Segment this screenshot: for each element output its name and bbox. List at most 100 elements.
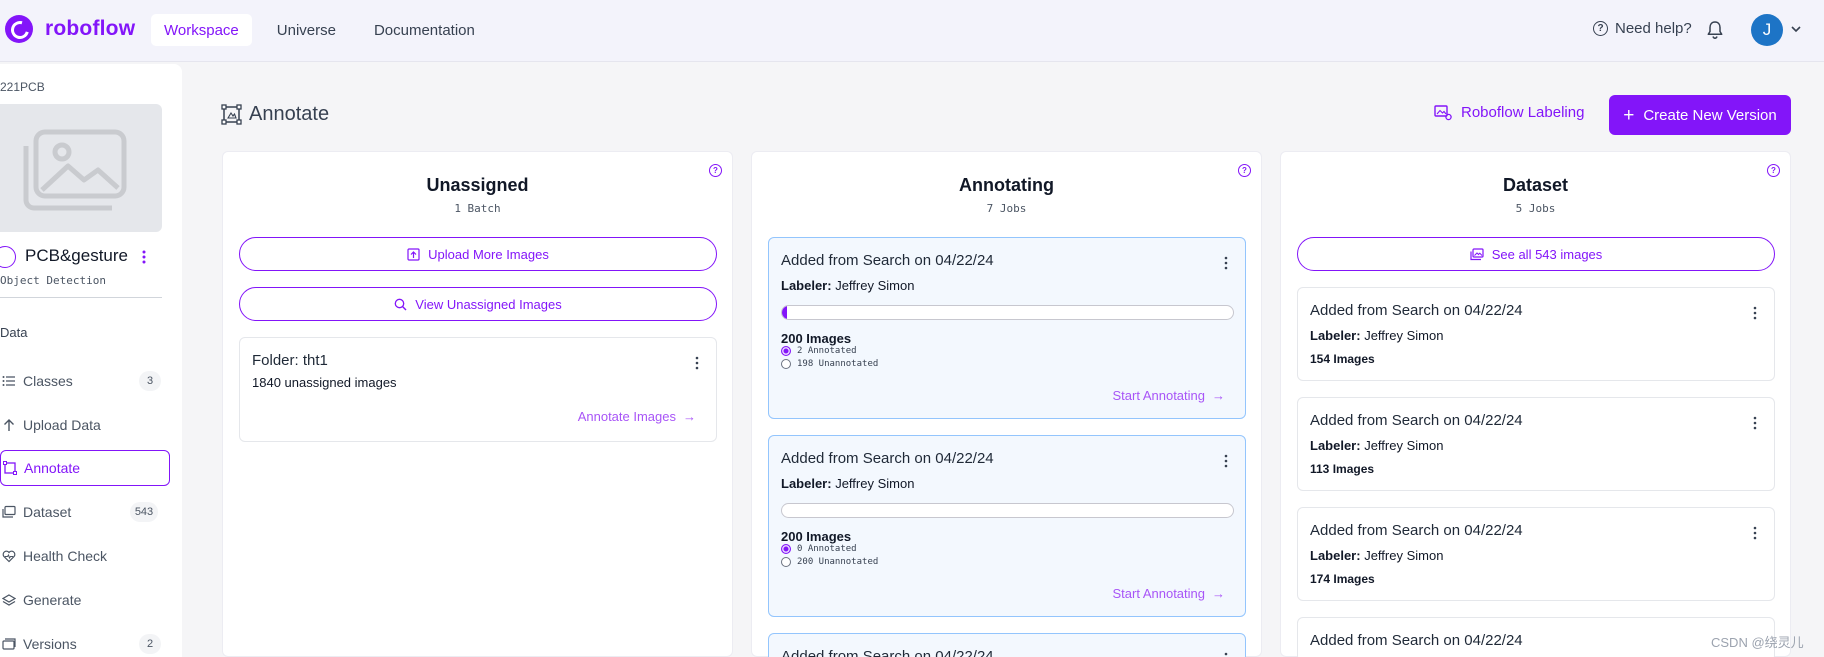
sidebar-section-data: Data <box>0 325 28 340</box>
annotation-job-card[interactable]: Added from Search on 04/22/24 Labeler: J… <box>768 435 1246 617</box>
view-unassigned-images-label: View Unassigned Images <box>415 296 562 312</box>
project-thumbnail[interactable] <box>0 104 162 232</box>
roboflow-labeling-link[interactable]: Roboflow Labeling <box>1434 104 1584 121</box>
column-title: Annotating <box>959 175 1054 195</box>
upload-box-icon <box>407 247 420 261</box>
plus-icon: + <box>1623 104 1635 126</box>
dataset-job-card[interactable]: Added from Search on 04/22/24 <box>1297 617 1775 657</box>
labeler-name: Jeffrey Simon <box>1364 328 1444 343</box>
list-icon <box>2 374 16 388</box>
empty-radio-icon <box>781 557 791 567</box>
job-labeler: Labeler: Jeffrey Simon <box>1310 328 1443 343</box>
need-help-label: Need help? <box>1615 20 1692 37</box>
job-labeler: Labeler: Jeffrey Simon <box>1310 548 1443 563</box>
sidebar-item-label: Dataset <box>23 504 72 520</box>
heart-pulse-icon <box>2 549 16 563</box>
roboflow-logo-icon <box>5 15 33 43</box>
upload-more-images-button[interactable]: Upload More Images <box>239 237 717 271</box>
filled-radio-icon <box>781 544 791 554</box>
start-annotating-link[interactable]: Start Annotating → <box>1112 586 1225 601</box>
project-type: Object Detection <box>0 274 106 287</box>
project-sidebar: 221PCB PCB&gesture Object Detection Data… <box>0 64 182 657</box>
globe-icon <box>0 246 16 268</box>
labeler-name: Jeffrey Simon <box>1364 548 1444 563</box>
need-help-button[interactable]: ? Need help? <box>1593 20 1692 37</box>
job-image-count: 113 Images <box>1310 462 1375 476</box>
sidebar-item-dataset[interactable]: Dataset 543 <box>0 494 170 530</box>
column-title: Unassigned <box>426 175 529 195</box>
start-annotating-link[interactable]: Start Annotating → <box>1112 388 1225 403</box>
images-icon <box>1470 247 1484 260</box>
job-title: Added from Search on 04/22/24 <box>781 648 994 657</box>
images-icon <box>2 505 16 519</box>
unannotated-count: 200 Unannotated <box>797 557 879 567</box>
sidebar-item-versions[interactable]: Versions 2 <box>0 626 170 657</box>
project-name: PCB&gesture <box>25 246 128 265</box>
sidebar-item-upload-data[interactable]: Upload Data <box>0 407 170 443</box>
labeler-label: Labeler: <box>1310 548 1361 563</box>
job-labeler: Labeler: Jeffrey Simon <box>781 476 914 491</box>
page-title-text: Annotate <box>249 103 330 125</box>
more-vertical-icon[interactable] <box>1223 651 1229 657</box>
sidebar-item-generate[interactable]: Generate <box>0 582 170 618</box>
labeler-name: Jeffrey Simon <box>1364 438 1444 453</box>
annotation-job-card[interactable]: Added from Search on 04/22/24 Labeler: J… <box>768 237 1246 419</box>
job-labeler: Labeler: Jeffrey Simon <box>1310 438 1443 453</box>
start-annotating-label: Start Annotating <box>1112 586 1205 601</box>
more-vertical-icon[interactable] <box>1223 255 1229 271</box>
arrow-right-icon: → <box>1212 388 1225 403</box>
more-vertical-icon[interactable] <box>694 355 700 371</box>
unannotated-count: 198 Unannotated <box>797 359 879 369</box>
dataset-job-card[interactable]: Added from Search on 04/22/24 Labeler: J… <box>1297 287 1775 381</box>
annotated-legend: 0 Annotated <box>781 544 857 554</box>
watermark: CSDN @绕灵儿 <box>1711 635 1804 650</box>
view-unassigned-images-button[interactable]: View Unassigned Images <box>239 287 717 321</box>
sidebar-item-annotate[interactable]: Annotate <box>0 450 170 486</box>
see-all-images-label: See all 543 images <box>1491 246 1603 262</box>
labeler-label: Labeler: <box>781 476 832 491</box>
nav-universe[interactable]: Universe <box>264 14 349 46</box>
create-new-version-button[interactable]: + Create New Version <box>1609 95 1791 135</box>
sidebar-item-label: Annotate <box>24 460 81 476</box>
unannotated-legend: 200 Unannotated <box>781 557 878 567</box>
search-icon <box>394 298 407 310</box>
annotated-count: 0 Annotated <box>797 544 857 554</box>
nav-documentation[interactable]: Documentation <box>361 14 488 46</box>
more-vertical-icon[interactable] <box>1752 525 1758 541</box>
count-badge: 3 <box>139 371 161 391</box>
sidebar-item-health-check[interactable]: Health Check <box>0 538 170 574</box>
column-subtitle: 1 Batch <box>454 202 501 215</box>
job-labeler: Labeler: Jeffrey Simon <box>781 278 914 293</box>
job-title: Added from Search on 04/22/24 <box>781 252 994 269</box>
annotated-legend: 2 Annotated <box>781 346 857 356</box>
see-all-images-button[interactable]: See all 543 images <box>1297 237 1775 271</box>
job-image-count: 154 Images <box>1310 352 1375 366</box>
user-avatar[interactable]: J <box>1751 14 1783 46</box>
sidebar-item-classes[interactable]: Classes 3 <box>0 363 170 399</box>
start-annotating-label: Start Annotating <box>1112 388 1205 403</box>
dataset-column: ? Dataset 5 Jobs See all 543 images Adde… <box>1280 151 1791 657</box>
more-vertical-icon[interactable] <box>1752 305 1758 321</box>
roboflow-logo[interactable]: roboflow <box>5 15 135 43</box>
bell-icon[interactable] <box>1706 20 1724 40</box>
labeler-label: Labeler: <box>781 278 832 293</box>
annotation-job-card[interactable]: Added from Search on 04/22/24 <box>768 633 1246 657</box>
annotate-images-link[interactable]: Annotate Images → <box>578 409 696 424</box>
job-title: Added from Search on 04/22/24 <box>781 450 994 467</box>
count-badge: 543 <box>130 502 158 522</box>
count-badge: 2 <box>139 634 161 654</box>
filled-radio-icon <box>781 346 791 356</box>
folder-card[interactable]: Folder: tht1 1840 unassigned images Anno… <box>239 337 717 442</box>
dataset-job-card[interactable]: Added from Search on 04/22/24 Labeler: J… <box>1297 507 1775 601</box>
more-vertical-icon[interactable] <box>1752 415 1758 431</box>
sidebar-item-label: Health Check <box>23 548 108 564</box>
nav-workspace[interactable]: Workspace <box>151 14 252 46</box>
project-code: 221PCB <box>0 80 45 94</box>
dataset-job-card[interactable]: Added from Search on 04/22/24 Labeler: J… <box>1297 397 1775 491</box>
chevron-down-icon[interactable] <box>1789 22 1803 36</box>
annotating-column: ? Annotating 7 Jobs Added from Search on… <box>751 151 1262 657</box>
more-vertical-icon[interactable] <box>140 248 148 266</box>
annotation-progress-bar <box>781 305 1234 320</box>
more-vertical-icon[interactable] <box>1223 453 1229 469</box>
job-title: Added from Search on 04/22/24 <box>1310 302 1523 319</box>
